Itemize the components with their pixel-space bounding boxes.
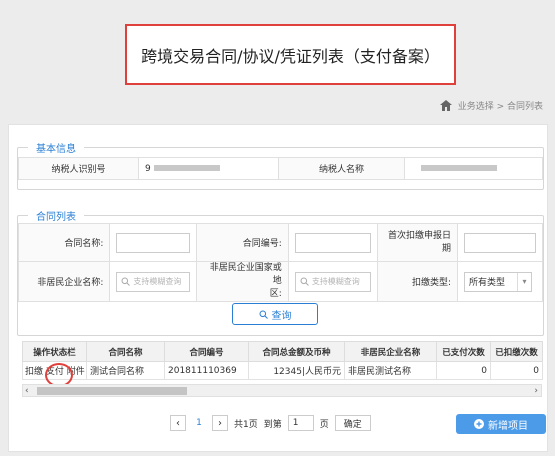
- goto-label: 到第: [263, 419, 282, 430]
- first-deduct-date-cell: [457, 223, 543, 262]
- nonres-name-cell: 支持模糊查询: [109, 261, 198, 302]
- nonres-name-input[interactable]: 支持模糊查询: [116, 271, 191, 292]
- column-header: 操作状态栏: [22, 341, 87, 362]
- nonres-name-placeholder: 支持模糊查询: [133, 277, 182, 286]
- taxpayer-id-value: 9: [138, 157, 279, 180]
- pagination: ‹ 1 › 共1页 到第 1 页 确定: [170, 415, 371, 431]
- contract-name-cell: 测试合同名称: [86, 361, 165, 380]
- next-page-button[interactable]: ›: [212, 415, 228, 431]
- current-page[interactable]: 1: [192, 418, 206, 428]
- column-header: 已扣缴次数: [490, 341, 543, 362]
- column-header: 合同总金额及币种: [248, 341, 345, 362]
- column-header: 合同编号: [164, 341, 249, 362]
- goto-page-input[interactable]: 1: [287, 415, 314, 431]
- scroll-left-icon[interactable]: ‹: [25, 385, 29, 397]
- paid-count-cell: 0: [436, 361, 491, 380]
- first-deduct-date-label: 首次扣缴申报日 期: [376, 223, 459, 262]
- amount-cell: 12345|人民币元: [248, 361, 345, 380]
- contract-no-cell: 201811110369: [164, 361, 249, 380]
- basic-info-legend: 基本信息: [36, 144, 76, 155]
- nonres-name-label: 非居民企业名称:: [17, 261, 111, 302]
- deduct-type-cell: 所有类型 ▾: [457, 261, 543, 302]
- contract-no-input[interactable]: [294, 232, 371, 253]
- horizontal-scrollbar[interactable]: ‹ ›: [22, 384, 542, 397]
- contract-grid: 操作状态栏 合同名称 合同编号 合同总金额及币种 非居民企业名称 已支付次数 已…: [22, 341, 543, 380]
- nonres-country-cell: 支持模糊查询: [287, 261, 378, 302]
- deduct-link[interactable]: 扣缴: [25, 367, 43, 377]
- page-title: 跨境交易合同/协议/凭证列表（支付备案）: [141, 46, 440, 66]
- deduct-type-value: 所有类型: [469, 278, 506, 288]
- goto-confirm-button[interactable]: 确定: [334, 415, 371, 431]
- add-project-label: 新增项目: [488, 420, 528, 432]
- search-icon: [259, 310, 268, 319]
- nonres-country-placeholder: 支持模糊查询: [311, 277, 360, 286]
- query-button[interactable]: 查询: [232, 303, 318, 325]
- column-header: 已支付次数: [436, 341, 491, 362]
- prev-page-button[interactable]: ‹: [170, 415, 186, 431]
- home-icon[interactable]: [439, 100, 452, 111]
- taxpayer-id-label: 纳税人识别号: [18, 157, 139, 180]
- contract-no-label: 合同编号:: [196, 223, 289, 262]
- deduct-type-select[interactable]: 所有类型 ▾: [464, 271, 532, 292]
- query-button-label: 查询: [271, 310, 292, 322]
- masked-text: [153, 165, 220, 171]
- grid-header-row: 操作状态栏 合同名称 合同编号 合同总金额及币种 非居民企业名称 已支付次数 已…: [22, 341, 543, 362]
- contract-name-label: 合同名称:: [17, 223, 111, 262]
- contract-name-cell: [109, 223, 198, 262]
- taxpayer-name-value: [404, 157, 543, 180]
- nonres-country-input[interactable]: 支持模糊查询: [294, 271, 371, 292]
- contract-list-legend: 合同列表: [36, 212, 76, 223]
- contract-name-input[interactable]: [116, 232, 191, 253]
- column-header: 非居民企业名称: [344, 341, 437, 362]
- scroll-right-icon[interactable]: ›: [534, 385, 538, 397]
- page-unit-label: 页: [319, 419, 329, 430]
- filter-table: 合同名称: 合同编号: 首次扣缴申报日 期 非居民企业名称: 支持模糊查询 非居…: [17, 223, 543, 302]
- breadcrumb-text[interactable]: 业务选择 > 合同列表: [458, 99, 543, 112]
- basic-info-table: 纳税人识别号 9 纳税人名称: [18, 157, 543, 180]
- chevron-down-icon[interactable]: ▾: [517, 272, 531, 291]
- search-icon: [300, 277, 309, 286]
- taxpayer-name-label: 纳税人名称: [278, 157, 405, 180]
- add-project-button[interactable]: 新增项目: [456, 414, 546, 434]
- search-icon: [121, 277, 131, 286]
- contract-no-cell: [287, 223, 378, 262]
- nonres-country-label: 非居民企业国家或地 区:: [196, 261, 289, 302]
- table-row: 扣缴 支付 附件 测试合同名称 201811110369 12345|人民币元 …: [22, 361, 543, 380]
- nonres-name-cell: 非居民测试名称: [344, 361, 437, 380]
- page-title-box: 跨境交易合同/协议/凭证列表（支付备案）: [125, 24, 456, 85]
- masked-text: [421, 165, 497, 171]
- total-pages: 共1页: [234, 419, 258, 430]
- deduct-type-label: 扣缴类型:: [376, 261, 459, 302]
- basic-info-section: 基本信息 纳税人识别号 9 纳税人名称: [17, 140, 544, 190]
- breadcrumb: 业务选择 > 合同列表: [439, 99, 543, 112]
- plus-circle-icon: [474, 419, 484, 429]
- column-header: 合同名称: [86, 341, 165, 362]
- first-deduct-date-input[interactable]: [464, 232, 536, 253]
- scrollbar-thumb[interactable]: [37, 387, 187, 395]
- deducted-count-cell: 0: [490, 361, 543, 380]
